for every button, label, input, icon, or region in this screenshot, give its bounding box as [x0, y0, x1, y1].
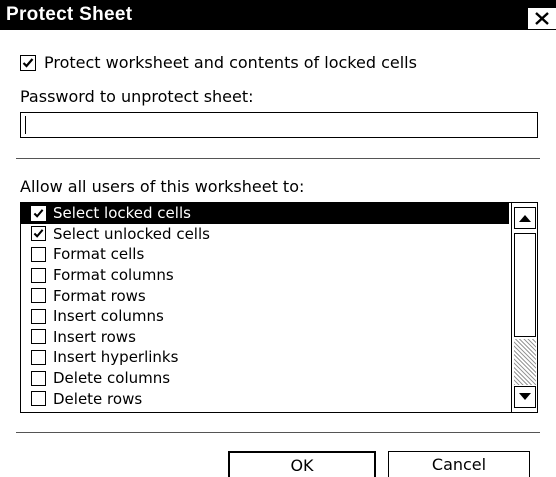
password-label: Password to unprotect sheet: [20, 87, 254, 106]
checkmark-icon [22, 57, 34, 68]
list-item-label: Delete columns [53, 369, 171, 388]
list-item-label: Insert columns [53, 307, 164, 326]
permissions-list[interactable]: Select locked cells Select unlocked cells… [20, 202, 538, 413]
list-item[interactable]: Format columns [21, 265, 509, 286]
allow-users-label: Allow all users of this worksheet to: [20, 177, 305, 196]
checkbox[interactable] [31, 308, 46, 324]
list-item[interactable]: Select unlocked cells [21, 224, 509, 245]
list-item-label: Insert hyperlinks [53, 348, 179, 367]
checkbox[interactable] [31, 205, 46, 221]
close-icon [535, 12, 549, 25]
permissions-list-items: Select locked cells Select unlocked cells… [21, 203, 509, 409]
list-item-label: Format rows [53, 286, 146, 305]
checkbox[interactable] [20, 54, 36, 71]
list-item-label: Insert rows [53, 327, 136, 346]
scroll-down-button[interactable] [514, 386, 536, 408]
scroll-track[interactable] [514, 339, 536, 385]
list-item-label: Delete rows [53, 389, 143, 408]
title-bar: Protect Sheet [0, 0, 556, 30]
list-item-label: Format columns [53, 266, 174, 285]
vertical-scrollbar[interactable] [511, 203, 537, 412]
checkbox[interactable] [31, 288, 46, 304]
scroll-up-button[interactable] [514, 207, 536, 229]
scroll-thumb[interactable] [514, 233, 536, 337]
checkbox[interactable] [31, 391, 46, 407]
protect-worksheet-label: Protect worksheet and contents of locked… [44, 53, 417, 72]
list-item[interactable]: Delete columns [21, 368, 509, 389]
list-item[interactable]: Select locked cells [21, 203, 509, 224]
list-item-label: Select unlocked cells [53, 224, 210, 243]
divider [16, 432, 540, 433]
list-item-label: Format cells [53, 245, 145, 264]
text-caret [25, 116, 26, 134]
list-item[interactable]: Delete rows [21, 388, 509, 409]
list-item-label: Select locked cells [53, 204, 191, 223]
list-item[interactable]: Insert hyperlinks [21, 347, 509, 368]
dialog-title: Protect Sheet [6, 4, 133, 25]
list-item[interactable]: Insert rows [21, 327, 509, 348]
protect-worksheet-checkbox[interactable]: Protect worksheet and contents of locked… [20, 53, 417, 72]
ok-button[interactable]: OK [228, 451, 376, 477]
arrow-down-icon [519, 393, 531, 400]
checkbox[interactable] [31, 349, 46, 365]
checkmark-icon [33, 208, 44, 218]
list-item[interactable]: Insert columns [21, 306, 509, 327]
checkbox[interactable] [31, 370, 46, 386]
cancel-button[interactable]: Cancel [388, 451, 530, 477]
checkbox[interactable] [31, 267, 46, 283]
checkbox[interactable] [31, 226, 46, 242]
checkmark-icon [33, 229, 44, 239]
checkbox[interactable] [31, 329, 46, 345]
password-field[interactable] [20, 112, 538, 138]
arrow-up-icon [519, 215, 531, 222]
list-item[interactable]: Format cells [21, 244, 509, 265]
close-button[interactable] [527, 7, 556, 30]
list-item[interactable]: Format rows [21, 285, 509, 306]
divider [16, 158, 540, 159]
checkbox[interactable] [31, 246, 46, 262]
